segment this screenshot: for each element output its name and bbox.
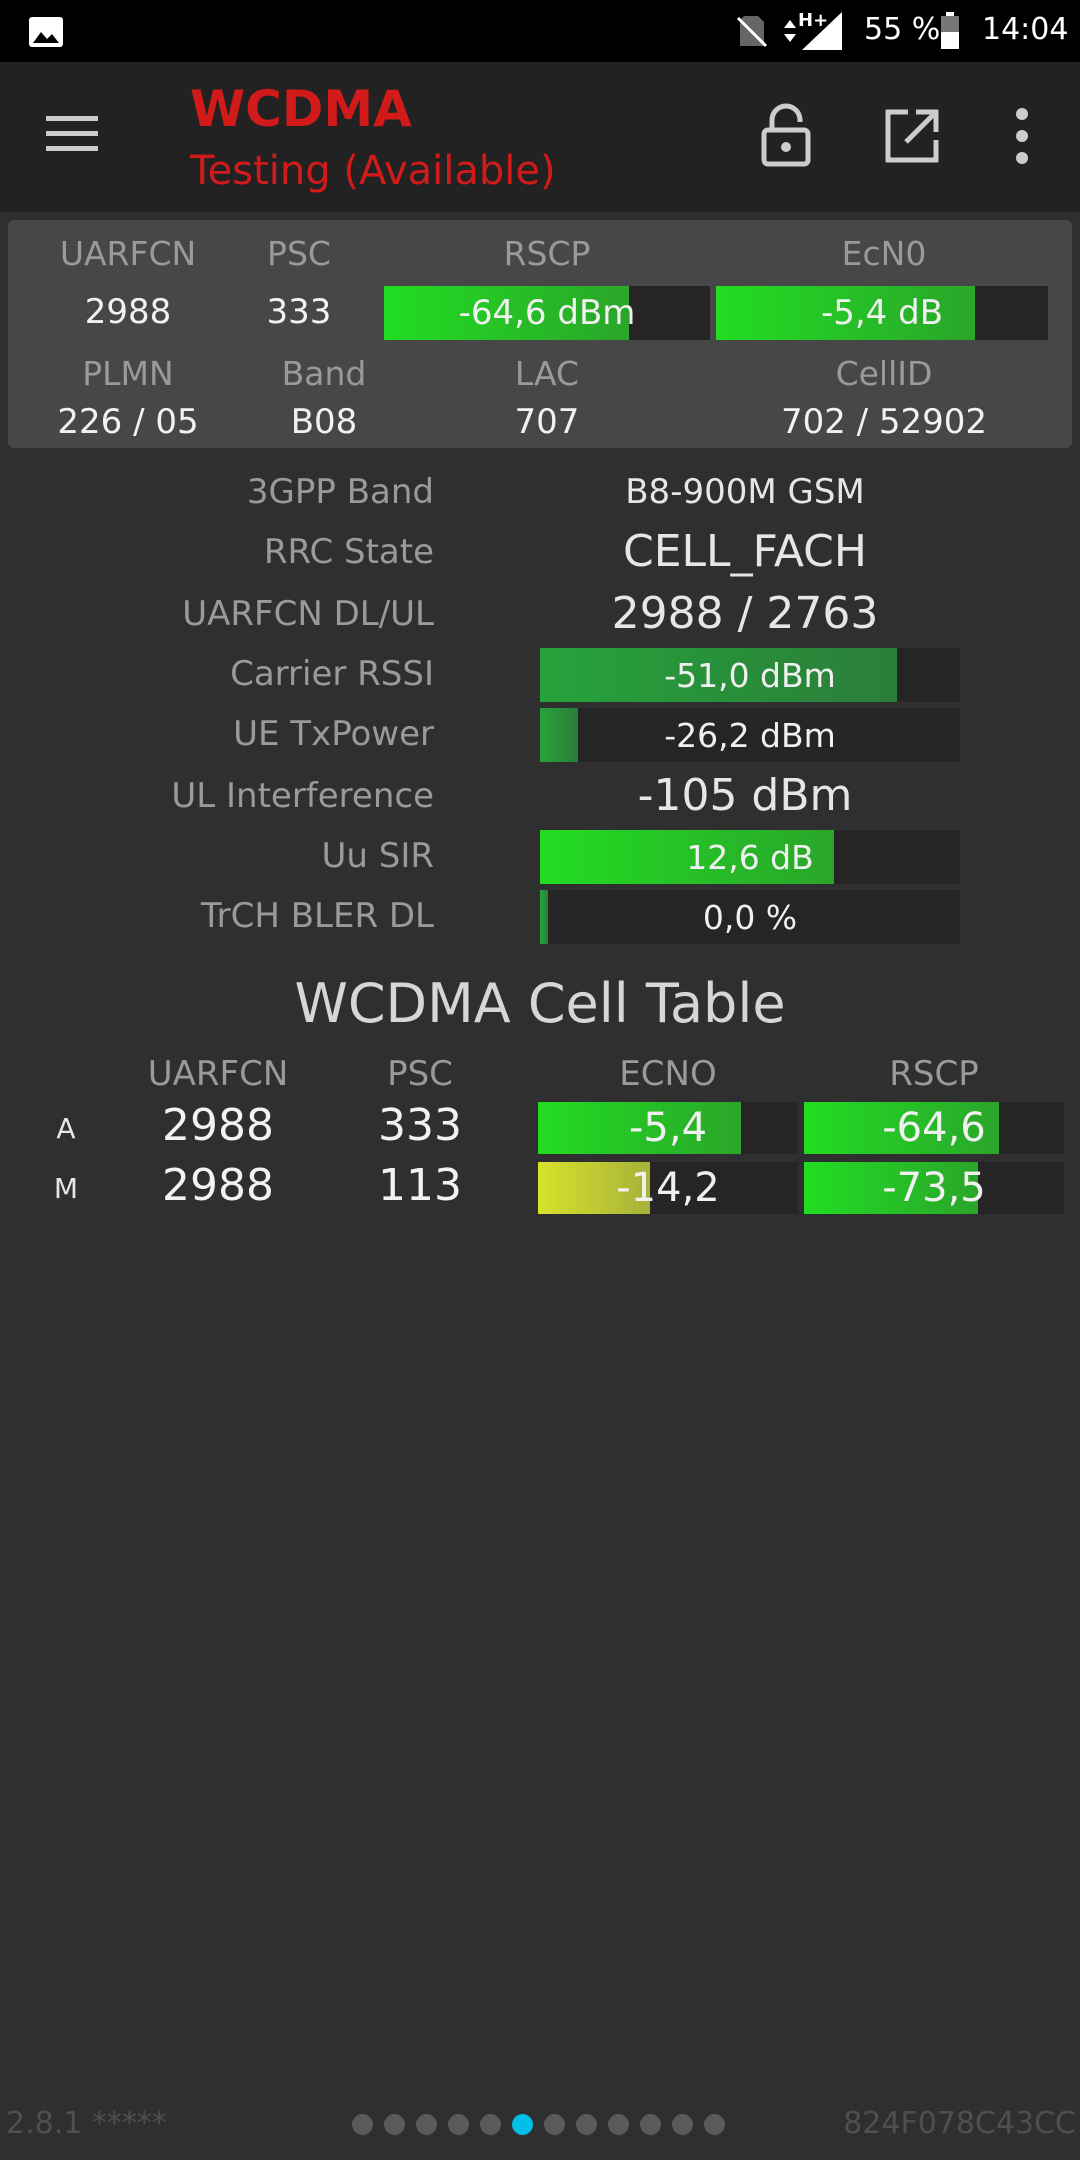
page-dot[interactable] xyxy=(448,2114,469,2135)
more-vert-icon[interactable] xyxy=(1010,106,1034,166)
app-title: WCDMA xyxy=(190,80,412,138)
image-icon xyxy=(29,17,63,47)
value-plmn: 226 / 05 xyxy=(57,402,199,442)
value-psc: 333 xyxy=(266,292,332,332)
row-rscp-bar: -73,5 xyxy=(804,1162,1064,1214)
param-label-trch-bler-dl: TrCH BLER DL xyxy=(200,896,434,936)
col-header-uarfcn: UARFCN xyxy=(147,1054,289,1094)
page-dot[interactable] xyxy=(640,2114,661,2135)
row-rscp: -64,6 xyxy=(882,1105,986,1151)
row-ecno-bar: -14,2 xyxy=(538,1162,798,1214)
header-band: Band xyxy=(281,354,367,393)
col-header-psc: PSC xyxy=(387,1054,453,1094)
param-label-carrier-rssi: Carrier RSSI xyxy=(230,654,434,694)
uu-sir-value: 12,6 dB xyxy=(686,837,814,877)
header-uarfcn: UARFCN xyxy=(59,234,197,273)
page-dot[interactable] xyxy=(576,2114,597,2135)
page-dot[interactable] xyxy=(704,2114,725,2135)
param-label-ul-interference: UL Interference xyxy=(171,776,434,816)
header-rscp: RSCP xyxy=(503,234,591,273)
device-id: 824F078C43CC xyxy=(843,2106,1076,2141)
row-uarfcn: 2988 xyxy=(162,1100,274,1151)
version-label: 2.8.1 ***** xyxy=(6,2106,167,2141)
header-ecn0: EcN0 xyxy=(841,234,927,273)
summary-card: UARFCN PSC RSCP EcN0 2988 333 -64,6 dBm … xyxy=(8,220,1072,448)
row-type: M xyxy=(53,1172,79,1205)
cell-table-title: WCDMA Cell Table xyxy=(294,972,786,1035)
signal-icon: H+ xyxy=(784,10,842,50)
uu-sir-bar: 12,6 dB xyxy=(540,830,960,884)
clock: 14:04 xyxy=(982,12,1069,47)
value-band: B08 xyxy=(290,402,358,442)
value-lac: 707 xyxy=(514,402,580,442)
page-dot[interactable] xyxy=(384,2114,405,2135)
ecn0-value: -5,4 dB xyxy=(820,293,944,333)
param-label-uarfcn-dlul: UARFCN DL/UL xyxy=(182,594,434,634)
row-ecno: -5,4 xyxy=(628,1105,708,1151)
ecn0-bar: -5,4 dB xyxy=(716,286,1048,340)
row-rscp: -73,5 xyxy=(882,1165,986,1211)
row-ecno: -14,2 xyxy=(616,1165,720,1211)
col-header-rscp: RSCP xyxy=(889,1054,979,1094)
row-ecno-bar: -5,4 xyxy=(538,1102,798,1154)
rscp-value: -64,6 dBm xyxy=(458,293,636,333)
page-indicator[interactable] xyxy=(352,2114,725,2135)
param-value-3gpp-band: B8-900M GSM xyxy=(625,472,865,512)
header-psc: PSC xyxy=(267,234,331,273)
param-value-rrc-state: CELL_FACH xyxy=(623,526,867,577)
row-psc: 333 xyxy=(378,1100,462,1151)
status-bar: H+ 55 % 14:04 xyxy=(0,0,1080,62)
lock-icon[interactable] xyxy=(758,102,814,168)
header-plmn: PLMN xyxy=(82,354,174,393)
page-dot[interactable] xyxy=(352,2114,373,2135)
col-header-ecno: ECNO xyxy=(619,1054,717,1094)
header-cellid: CellID xyxy=(835,354,933,393)
param-label-ue-txpower: UE TxPower xyxy=(233,714,434,754)
row-uarfcn: 2988 xyxy=(162,1160,274,1211)
value-uarfcn: 2988 xyxy=(84,292,172,332)
page-dot[interactable] xyxy=(608,2114,629,2135)
param-label-3gpp-band: 3GPP Band xyxy=(246,472,434,512)
no-sim-icon xyxy=(736,16,768,48)
page-dot[interactable] xyxy=(480,2114,501,2135)
rscp-bar: -64,6 dBm xyxy=(384,286,710,340)
page-dot[interactable] xyxy=(672,2114,693,2135)
page-dot[interactable] xyxy=(544,2114,565,2135)
app-subtitle: Testing (Available) xyxy=(190,148,556,194)
row-rscp-bar: -64,6 xyxy=(804,1102,1064,1154)
battery-percent: 55 % xyxy=(864,12,941,47)
param-label-uu-sir: Uu SIR xyxy=(321,836,434,876)
row-type: A xyxy=(56,1112,76,1145)
svg-text:H+: H+ xyxy=(798,10,828,31)
trch-bler-value: 0,0 % xyxy=(702,897,798,937)
ue-txpower-bar: -26,2 dBm xyxy=(540,708,960,762)
param-value-ul-interference: -105 dBm xyxy=(637,770,853,821)
header-lac: LAC xyxy=(514,354,580,393)
value-cellid: 702 / 52902 xyxy=(780,402,988,442)
ue-txpower-value: -26,2 dBm xyxy=(664,715,836,755)
page-dot-active[interactable] xyxy=(512,2114,533,2135)
battery-icon xyxy=(941,12,959,49)
trch-bler-bar: 0,0 % xyxy=(540,890,960,944)
carrier-rssi-bar: -51,0 dBm xyxy=(540,648,960,702)
row-psc: 113 xyxy=(378,1160,462,1211)
menu-icon[interactable] xyxy=(44,112,100,156)
param-label-rrc-state: RRC State xyxy=(263,532,434,572)
carrier-rssi-value: -51,0 dBm xyxy=(664,655,836,695)
app-bar: WCDMA Testing (Available) xyxy=(0,62,1080,212)
param-value-uarfcn-dlul: 2988 / 2763 xyxy=(611,588,879,639)
page-dot[interactable] xyxy=(416,2114,437,2135)
open-external-icon[interactable] xyxy=(884,108,940,164)
